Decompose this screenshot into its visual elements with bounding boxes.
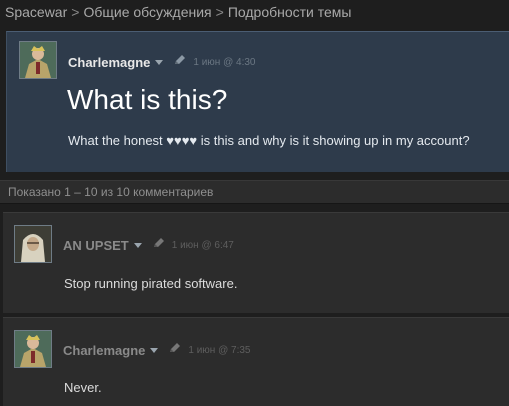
- pencil-icon: [152, 236, 166, 254]
- topic-body: What the honest ♥♥♥♥ is this and why is …: [68, 133, 470, 148]
- breadcrumb-link-forum[interactable]: Общие обсуждения: [83, 4, 211, 20]
- comment-item: AN UPSET 1 июн @ 6:47 Stop running pirat…: [3, 212, 509, 313]
- breadcrumb-separator: >: [215, 4, 224, 20]
- comments-count-bar: Показано 1 – 10 из 10 комментариев: [0, 180, 509, 204]
- post-date: 1 июн @ 4:30: [193, 56, 256, 68]
- avatar[interactable]: [14, 330, 52, 368]
- breadcrumb-separator: >: [71, 4, 80, 20]
- author-row: AN UPSET 1 июн @ 6:47: [63, 236, 234, 254]
- breadcrumb-current: Подробности темы: [227, 4, 352, 20]
- comment-item: Charlemagne 1 июн @ 7:35 Never.: [3, 317, 509, 406]
- pencil-icon: [168, 341, 182, 359]
- comment-text: Stop running pirated software.: [64, 276, 238, 291]
- comment-text: Never.: [64, 380, 102, 395]
- comments-count: Показано 1 – 10 из 10 комментариев: [8, 185, 214, 199]
- author-row: Charlemagne 1 июн @ 4:30: [68, 53, 256, 71]
- comment-date: 1 июн @ 6:47: [171, 239, 234, 251]
- author-name[interactable]: Charlemagne: [68, 55, 150, 70]
- breadcrumb: Spacewar > Общие обсуждения > Подробности те…: [5, 4, 352, 24]
- chevron-down-icon[interactable]: [133, 242, 142, 248]
- author-row: Charlemagne 1 июн @ 7:35: [63, 341, 251, 359]
- avatar[interactable]: [19, 41, 57, 79]
- topic-title: What is this?: [67, 84, 228, 115]
- comment-date: 1 июн @ 7:35: [188, 344, 251, 356]
- avatar[interactable]: [14, 225, 52, 263]
- chevron-down-icon[interactable]: [155, 59, 164, 65]
- author-name[interactable]: AN UPSET: [63, 238, 129, 253]
- chevron-down-icon[interactable]: [150, 347, 159, 353]
- author-name[interactable]: Charlemagne: [63, 343, 145, 358]
- breadcrumb-link-game[interactable]: Spacewar: [5, 4, 67, 20]
- topic-post: Charlemagne 1 июн @ 4:30 What is this? W…: [6, 31, 509, 172]
- pencil-icon: [173, 53, 187, 71]
